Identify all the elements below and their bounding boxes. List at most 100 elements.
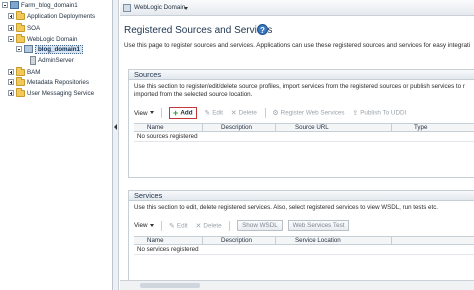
column-divider xyxy=(202,124,203,132)
column-divider xyxy=(275,124,276,132)
services-heading: Services xyxy=(129,191,474,201)
folder-icon xyxy=(16,33,25,43)
tree-item-blog-domain1[interactable]: blog_domain1 xyxy=(16,45,83,55)
collapse-icon[interactable] xyxy=(8,36,14,43)
pencil-icon: ✎ xyxy=(169,222,175,230)
expand-icon[interactable] xyxy=(8,25,14,32)
column-header-name[interactable]: Name xyxy=(147,124,164,132)
tree-item-bam[interactable]: BAM xyxy=(8,66,41,78)
column-header-description[interactable]: Description xyxy=(221,237,252,245)
publish-label: Publish To UDDI xyxy=(360,109,407,117)
server-icon xyxy=(30,56,36,65)
collapse-pane-arrow-icon[interactable] xyxy=(114,124,117,130)
folder-icon xyxy=(16,66,25,76)
tree-item-user-messaging-service[interactable]: User Messaging Service xyxy=(8,87,94,99)
services-view-menu[interactable]: View xyxy=(134,222,154,229)
tree-item-adminserver[interactable]: AdminServer xyxy=(30,56,74,66)
expand-icon[interactable] xyxy=(8,69,14,76)
sources-description-line2: imported from the selected source locati… xyxy=(134,91,253,98)
sources-description-line1: Use this section to register/edit/delete… xyxy=(134,83,465,90)
pencil-icon: ✎ xyxy=(204,110,211,117)
tree-item-farm[interactable]: Farm_blog_domain1 xyxy=(2,1,78,11)
edit-label: Edit xyxy=(212,109,224,117)
toolbar-separator xyxy=(229,220,231,231)
folder-icon xyxy=(16,87,25,97)
chevron-down-icon[interactable] xyxy=(184,7,188,10)
expand-icon[interactable] xyxy=(8,79,14,86)
weblogic-domain-menu[interactable]: WebLogic Domain xyxy=(134,4,185,11)
delete-label: Delete xyxy=(203,222,222,230)
edit-source-button[interactable]: ✎ Edit xyxy=(204,109,223,117)
services-panel: Services Use this section to edit, delet… xyxy=(128,190,474,290)
chevron-down-icon xyxy=(149,111,154,115)
register-label: Register Web Services xyxy=(280,109,345,117)
tree-item-soa[interactable]: SOA xyxy=(8,22,41,34)
folder-icon xyxy=(16,76,25,86)
context-bar: WebLogic Domain xyxy=(120,0,474,16)
main-content: WebLogic Domain Registered Sources and S… xyxy=(120,0,474,290)
weblogic-domain-icon xyxy=(123,4,131,12)
column-header-type[interactable]: Type xyxy=(414,124,427,132)
show-wsdl-button[interactable]: Show WSDL xyxy=(237,220,283,231)
column-header-name[interactable]: Name xyxy=(147,237,164,245)
register-web-services-button[interactable]: ⚙ Register Web Services xyxy=(272,109,344,117)
collapse-icon[interactable] xyxy=(2,2,8,9)
help-icon[interactable]: ? xyxy=(257,24,268,35)
folder-icon xyxy=(16,10,25,20)
tree-label-weblogic-domain: WebLogic Domain xyxy=(27,36,78,43)
column-divider xyxy=(275,237,276,245)
column-header-source-url[interactable]: Source URL xyxy=(295,124,329,132)
expand-icon[interactable] xyxy=(8,13,14,20)
view-label: View xyxy=(134,109,148,117)
horizontal-scrollbar[interactable] xyxy=(120,280,474,290)
scrollbar-thumb[interactable] xyxy=(140,283,200,288)
delete-x-icon: ✕ xyxy=(195,222,202,230)
sources-view-menu[interactable]: View xyxy=(134,110,154,117)
toolbar-separator xyxy=(161,220,163,231)
services-table: Name Description Service Location No ser… xyxy=(134,236,474,255)
services-table-header: Name Description Service Location xyxy=(134,236,474,245)
delete-service-button[interactable]: ✕ Delete xyxy=(195,222,222,230)
publish-to-uddi-button[interactable]: ⇪ Publish To UDDI xyxy=(352,109,406,117)
services-empty-message: No services registered xyxy=(134,245,474,255)
folder-icon xyxy=(16,22,25,32)
tree-label-blog-domain1: blog_domain1 xyxy=(35,45,83,54)
delete-x-icon: ✕ xyxy=(230,110,237,117)
column-divider xyxy=(202,237,203,245)
column-header-service-location[interactable]: Service Location xyxy=(295,237,341,245)
publish-icon: ⇪ xyxy=(352,110,359,117)
gear-icon: ⚙ xyxy=(272,110,279,117)
tree-item-application-deployments[interactable]: Application Deployments xyxy=(8,10,95,22)
delete-source-button[interactable]: ✕ Delete xyxy=(231,109,257,117)
tree-label-bam: BAM xyxy=(27,69,41,76)
expand-icon[interactable] xyxy=(8,90,14,97)
navigation-tree: Farm_blog_domain1 Application Deployment… xyxy=(0,0,113,290)
column-divider xyxy=(391,237,392,245)
sources-table-header: Name Description Source URL Type xyxy=(134,123,474,132)
edit-label: Edit xyxy=(176,222,188,230)
add-icon: + xyxy=(173,108,179,118)
tree-label-adminserver: AdminServer xyxy=(38,57,74,65)
tree-item-metadata-repositories[interactable]: Metadata Repositories xyxy=(8,76,89,88)
tree-label-soa: SOA xyxy=(27,25,41,32)
sources-table: Name Description Source URL Type No sour… xyxy=(134,123,474,142)
sources-heading: Sources xyxy=(129,70,474,80)
page-title: Registered Sources and Services xyxy=(124,25,273,36)
edit-service-button[interactable]: ✎ Edit xyxy=(169,222,188,230)
delete-label: Delete xyxy=(238,109,257,117)
sources-toolbar: View + Add ✎ Edit ✕ Delete ⚙ Register Web Se… xyxy=(134,107,412,121)
toolbar-separator xyxy=(264,108,266,118)
pane-splitter[interactable] xyxy=(113,0,119,290)
tree-item-weblogic-domain[interactable]: WebLogic Domain xyxy=(8,33,78,45)
column-header-description[interactable]: Description xyxy=(221,124,252,132)
services-toolbar: View ✎ Edit ✕ Delete Show WSDL Web Service… xyxy=(134,220,352,234)
collapse-icon[interactable] xyxy=(16,46,22,53)
view-label: View xyxy=(134,222,148,229)
tree-label-farm: Farm_blog_domain1 xyxy=(21,2,78,9)
sources-panel: Sources Use this section to register/edi… xyxy=(128,69,474,178)
services-description: Use this section to edit, delete registe… xyxy=(134,204,439,211)
add-source-button[interactable]: + Add xyxy=(169,107,197,119)
toolbar-separator xyxy=(161,108,163,118)
web-services-test-button[interactable]: Web Services Test xyxy=(287,220,350,231)
sources-empty-message: No sources registered xyxy=(134,132,474,142)
